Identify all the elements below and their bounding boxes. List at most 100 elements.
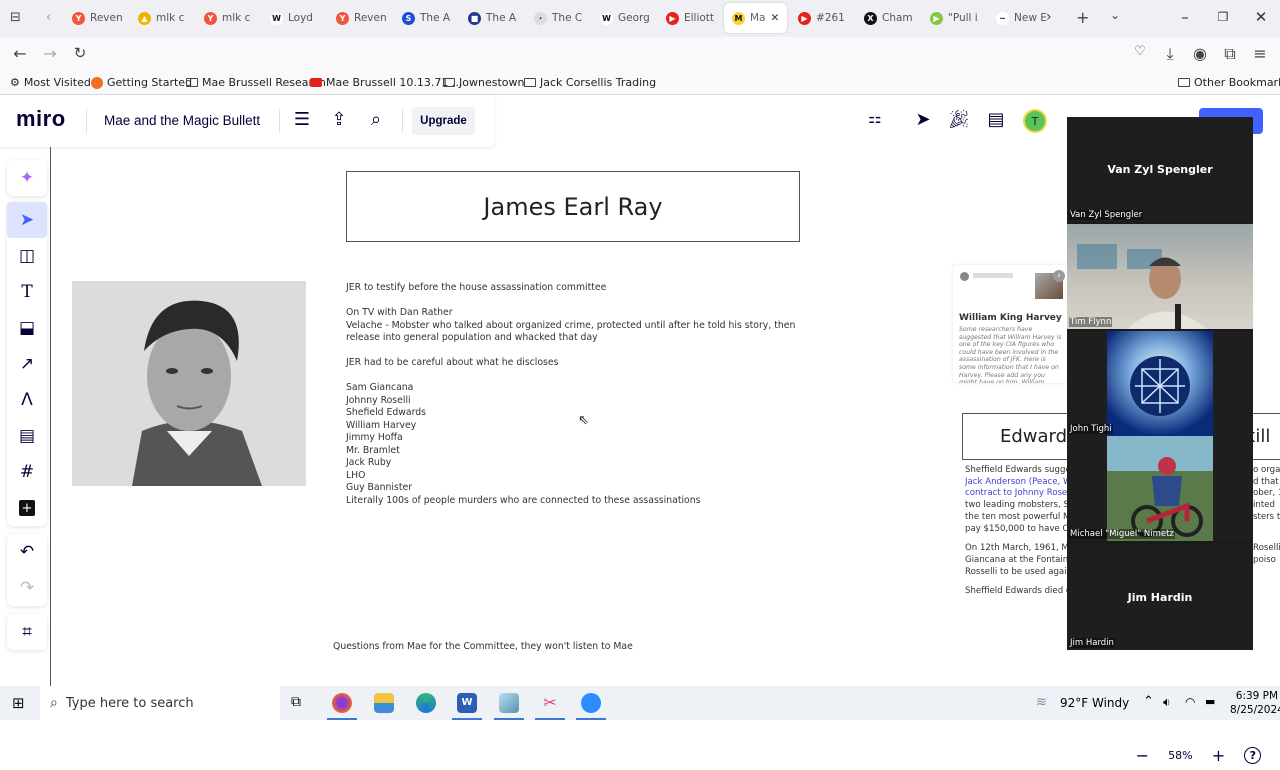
zoom-in-icon[interactable]: + [1212,746,1225,765]
task-view-icon[interactable]: ⧉ [291,694,301,710]
browser-tab[interactable]: ■ The A [460,3,523,33]
upgrade-button[interactable]: Upgrade [412,107,475,135]
browser-tab[interactable]: ▶ Elliott [658,3,721,33]
app-menu-icon[interactable]: ≡ [1250,44,1270,63]
frame-tool-icon[interactable]: # [7,454,47,490]
board-name[interactable]: Mae and the Magic Bullett [104,113,260,128]
tab-dropdown-icon[interactable]: ⌄ [1110,8,1120,22]
shapes-icon[interactable]: ⬓ [7,310,47,346]
participant-tile[interactable]: John Tighi [1067,331,1253,436]
zoom-app-icon[interactable] [581,693,601,713]
participant-tile[interactable]: Van Zyl Spengler Van Zyl Spengler [1067,117,1253,222]
file-explorer-icon[interactable] [374,693,394,713]
browser-tab[interactable]: Ymlk c [196,3,259,33]
select-tool-icon[interactable]: ➤ [7,202,47,238]
restore-icon[interactable]: ❐ [1213,10,1233,24]
browser-tab[interactable]: Y Reven [64,3,127,33]
edge-icon[interactable] [416,693,436,713]
new-tab-icon[interactable]: + [1076,8,1089,27]
undo-icon[interactable]: ↶ [7,534,47,570]
battery-icon[interactable]: ▬ [1205,695,1215,708]
notepad-icon[interactable] [499,693,519,713]
browser-tab[interactable]: W Georg [592,3,655,33]
card-next-icon[interactable]: › [1053,270,1065,282]
participant-tile[interactable]: Michael "Miguel" Nimetz [1067,436,1253,541]
windows-taskbar: ⊞ ⌕ Type here to search ⧉ W ✂ ≋ 92°F Win… [0,686,1280,720]
cursor-reactions-icon[interactable]: ➤ [911,109,935,130]
export-icon[interactable]: ⇪ [327,109,351,130]
user-avatar[interactable]: T [1023,109,1047,133]
search-icon[interactable]: ⌕ [364,109,388,130]
ai-sparkle-icon[interactable]: ✦ [7,160,47,196]
redo-icon[interactable]: ↷ [7,570,47,606]
weather-icon[interactable]: ≋ [1036,695,1047,710]
close-window-icon[interactable]: ✕ [1251,8,1271,26]
miro-logo[interactable]: miro [16,106,66,132]
other-bookmarks[interactable]: Other Bookmarks [1178,76,1280,89]
downloads-icon[interactable]: ⤓ [1160,44,1180,64]
volume-icon[interactable]: 🔉︎ [1163,695,1171,710]
frames-panel-icon[interactable]: ⌗ [7,614,47,650]
browser-tab[interactable]: X Cham [856,3,919,33]
snipping-tool-icon[interactable]: ✂ [540,693,560,713]
templates-icon[interactable]: ◫ [7,238,47,274]
browser-tab[interactable]: W Loyd [262,3,325,33]
participant-tile[interactable]: Jim Hardin Jim Hardin [1067,545,1253,650]
wifi-icon[interactable]: ◠ [1185,695,1195,709]
celebrate-icon[interactable]: 🎉︎ [947,109,971,130]
notes-text[interactable]: JER to testify before the house assassin… [346,282,806,507]
text-tool-icon[interactable]: T [7,274,47,310]
participant-tile[interactable]: Tim Flynn [1067,224,1253,329]
reload-icon[interactable]: ↻ [70,44,90,62]
questions-text[interactable]: Questions from Mae for the Committee, th… [333,641,633,652]
bookmark-mae-brussell-research[interactable]: Mae Brussell Research [186,76,326,89]
taskbar-search[interactable]: ⌕ Type here to search [40,686,280,720]
tab-list-icon[interactable]: ⊟ [10,10,21,25]
browser-tab[interactable]: · The C [526,3,589,33]
browser-tab[interactable]: ~ New E [988,3,1051,33]
comments-icon[interactable]: ▤ [984,109,1008,130]
comment-tool-icon[interactable]: ▤ [7,418,47,454]
browser-tab[interactable]: M Ma ✕ [724,3,787,33]
zoom-level[interactable]: 58% [1168,749,1192,762]
bookmark-jack-corsellis-trading[interactable]: Jack Corsellis Trading [524,76,656,89]
portrait-image[interactable] [72,281,306,486]
pen-tool-icon[interactable]: Λ [7,382,47,418]
pocket-icon[interactable]: ♡ [1130,44,1150,59]
tab-label: Loyd [288,12,313,24]
browser-nav-bar: ← → ↻ ⛉ 🔒︎ https://miro.com/app/board/uX… [0,37,1280,104]
weather-text[interactable]: 92°F Windy [1060,696,1129,710]
tabs-scroll-right-icon[interactable]: › [1046,9,1052,25]
help-icon[interactable]: ? [1244,746,1262,764]
browser-tab[interactable]: ▶ #261 [790,3,853,33]
windows-start-icon[interactable]: ⊞ [12,694,25,712]
menu-icon[interactable]: ☰ [290,109,314,130]
link-card[interactable]: › William King Harvey Some researchers h… [953,265,1069,383]
apps-icon[interactable]: ⚏ [863,109,887,127]
bookmark-jownestown[interactable]: Jownestown [443,76,524,89]
bookmark-getting-started[interactable]: Getting Started [91,76,192,89]
word-icon[interactable]: W [457,693,477,713]
note-line: JER had to be careful about what he disc… [346,357,559,368]
account-icon[interactable]: ◉ [1190,44,1210,63]
back-icon[interactable]: ← [10,44,30,63]
extensions-icon[interactable]: ⧉ [1220,44,1240,64]
arrow-tool-icon[interactable]: ↗ [7,346,47,382]
close-tab-icon[interactable]: ✕ [771,12,780,24]
forward-icon[interactable]: → [40,44,60,63]
bookmark-mae-brussell-video[interactable]: Mae Brussell 10.13.71 ... [310,76,462,89]
clock[interactable]: 6:39 PM 8/25/2024 [1230,689,1280,717]
tabs-scroll-left-icon[interactable]: ‹ [46,10,51,25]
zoom-out-icon[interactable]: − [1136,746,1149,765]
tray-overflow-icon[interactable]: ⌃ [1143,694,1154,709]
edwards-text[interactable]: Sheffield Edwards sugges Jack Anderson (P… [965,465,1070,606]
browser-tab[interactable]: Y Reven [328,3,391,33]
browser-tab[interactable]: S The A [394,3,457,33]
minimize-icon[interactable]: – [1175,8,1195,26]
title-shape[interactable]: James Earl Ray [346,171,800,242]
add-more-icon[interactable]: + [7,490,47,526]
bookmark-most-visited[interactable]: ⚙ Most Visited [10,76,91,89]
browser-tab[interactable]: ▶ "Pull i [922,3,985,33]
firefox-icon[interactable] [332,693,352,713]
browser-tab[interactable]: ▲ mlk c [130,3,193,33]
